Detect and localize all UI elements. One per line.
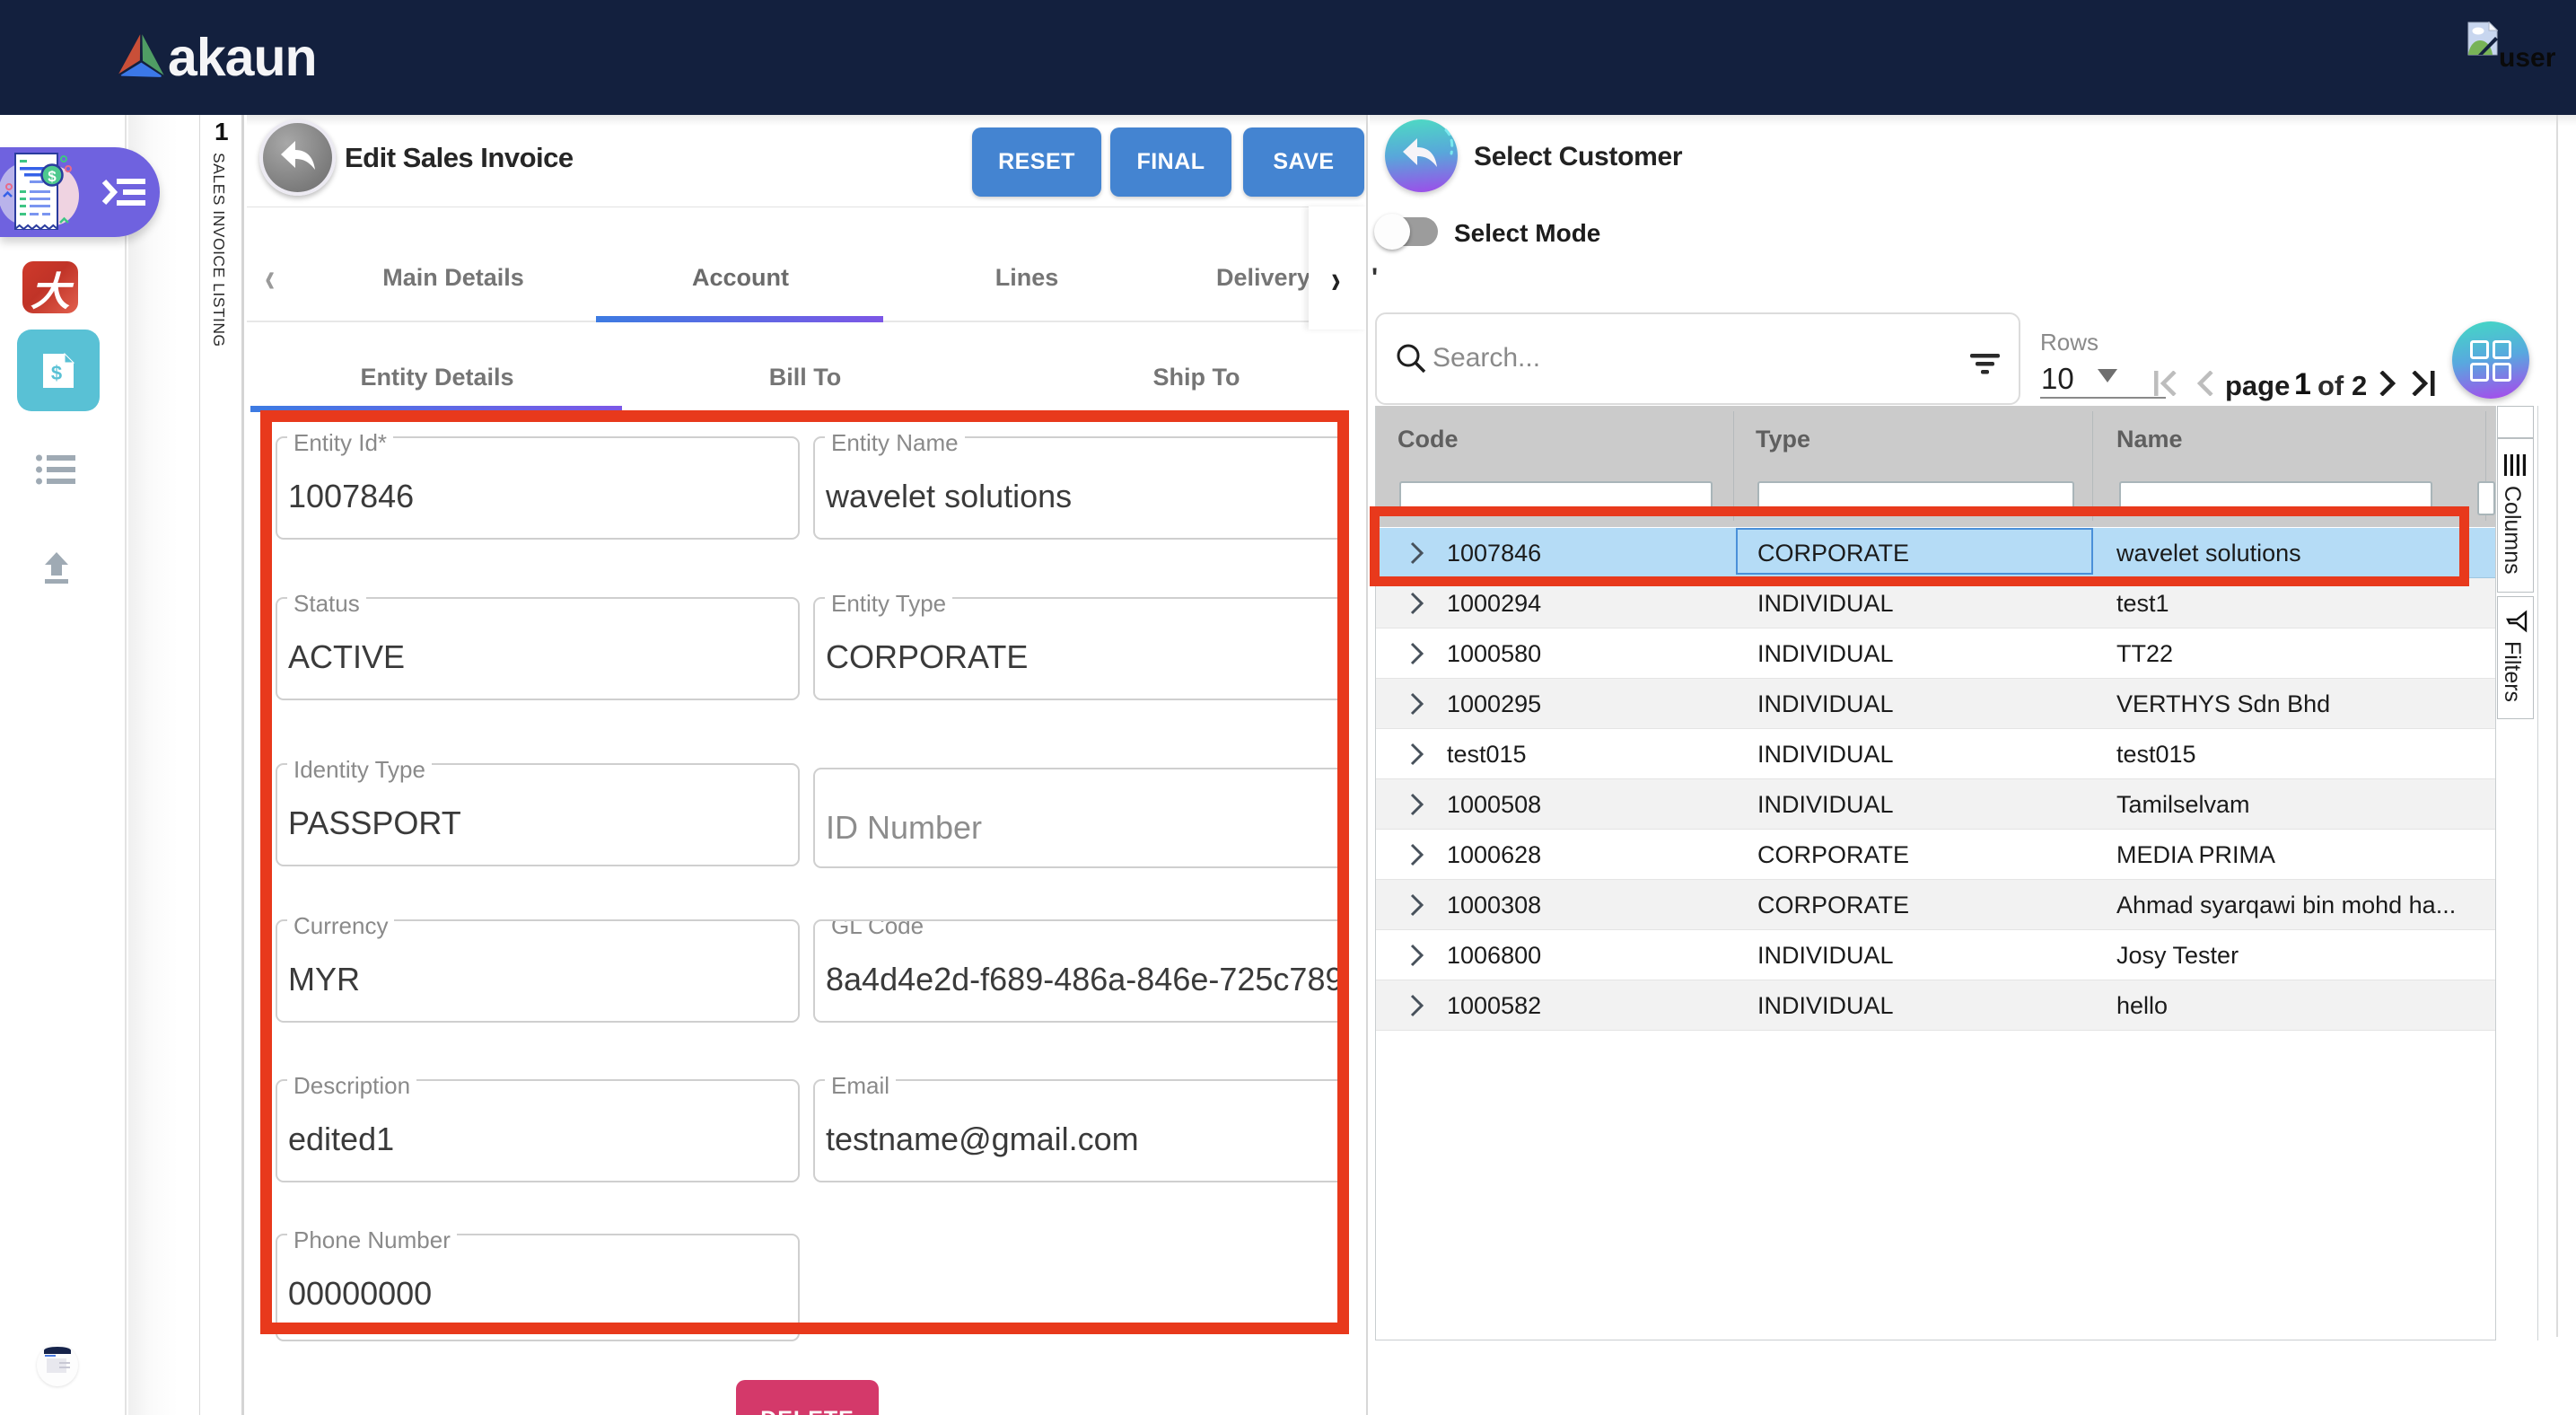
svg-text:$: $ xyxy=(51,362,62,384)
svg-text:$: $ xyxy=(48,168,57,185)
